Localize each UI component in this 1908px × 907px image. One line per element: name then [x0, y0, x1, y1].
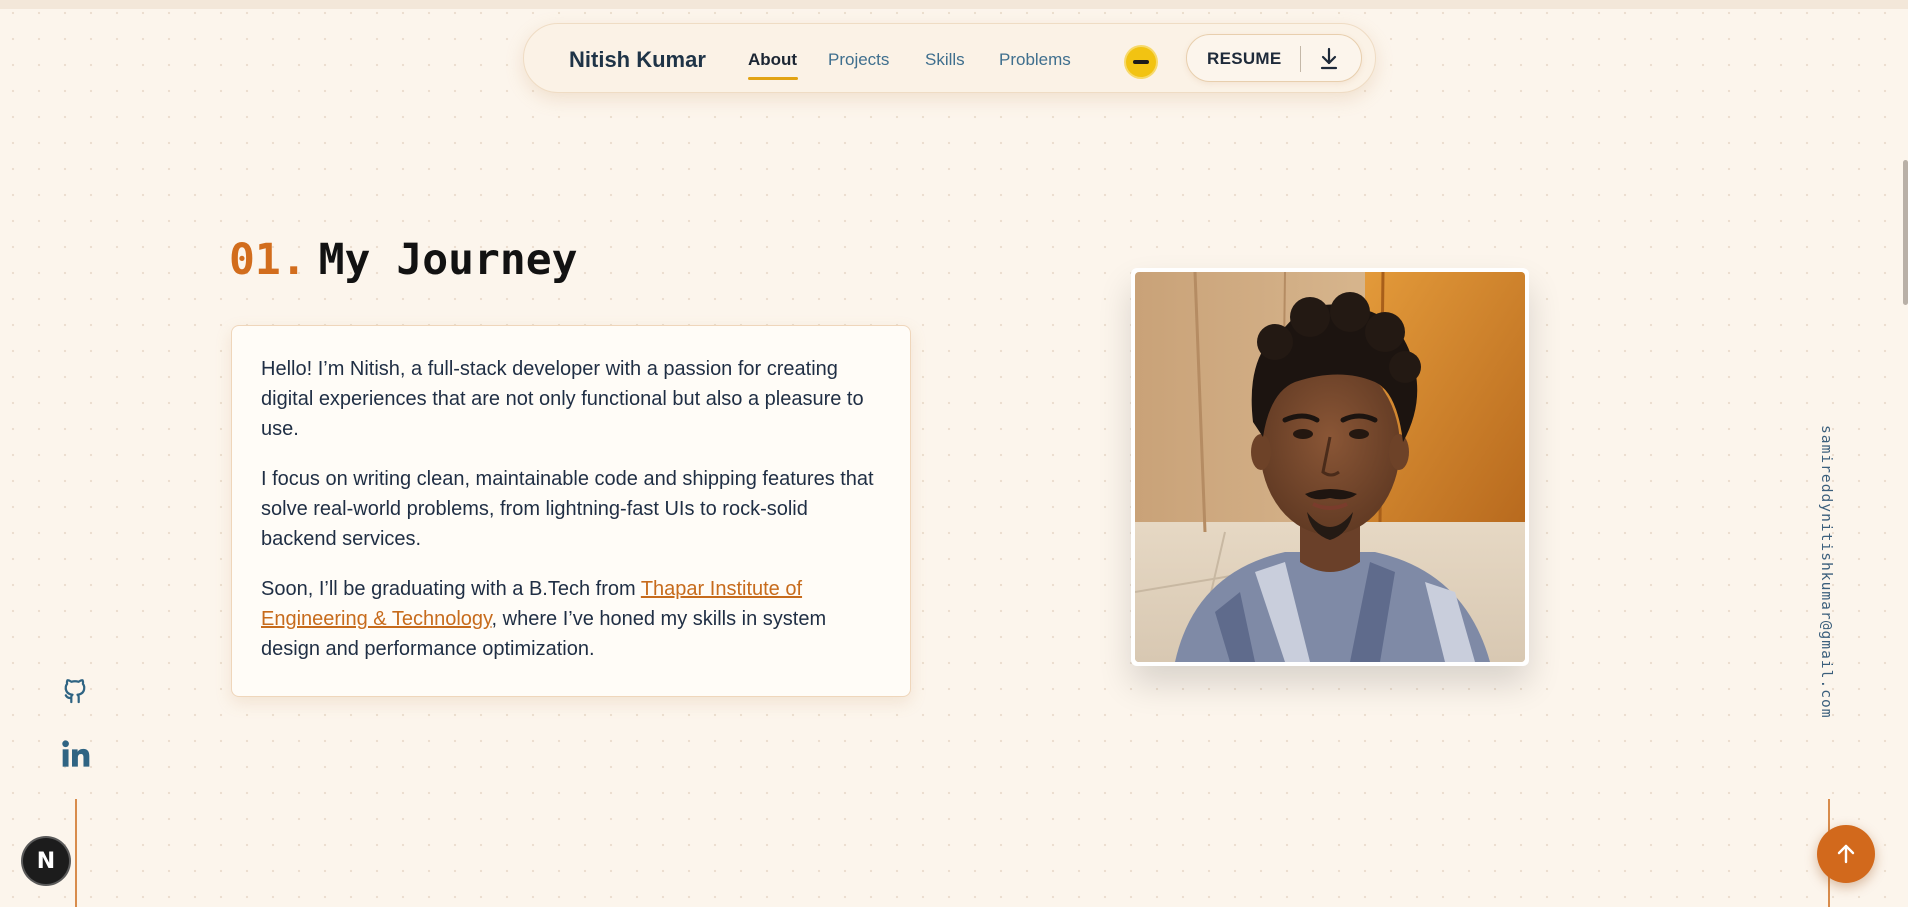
nav-link-problems[interactable]: Problems	[999, 50, 1071, 70]
portrait-photo	[1135, 272, 1525, 662]
resume-divider	[1300, 46, 1301, 72]
scrollbar-thumb[interactable]	[1903, 160, 1908, 305]
section-heading: 01. My Journey	[229, 235, 578, 285]
dev-tools-badge[interactable]: N	[23, 838, 69, 884]
section-number: 01.	[229, 235, 307, 285]
arrow-up-icon	[1837, 844, 1855, 864]
nav-link-projects[interactable]: Projects	[828, 50, 889, 70]
about-paragraph-3-start: Soon, I’ll be graduating with a B.Tech f…	[261, 578, 641, 600]
profile-photo-frame	[1131, 268, 1529, 666]
theme-toggle-icon	[1133, 60, 1149, 64]
about-paragraph-1: Hello! I’m Nitish, a full-stack develope…	[261, 358, 864, 440]
about-paragraph-2: I focus on writing clean, maintainable c…	[261, 468, 874, 550]
email-link[interactable]: samireddynitishkumar@gmail.com	[1818, 425, 1835, 719]
active-link-underline	[748, 77, 798, 80]
section-title: My Journey	[318, 235, 578, 285]
resume-button[interactable]: RESUME	[1186, 34, 1362, 82]
scroll-to-top-button[interactable]	[1817, 825, 1875, 883]
top-strip	[0, 0, 1908, 9]
left-vertical-line	[75, 799, 77, 907]
nav-link-about[interactable]: About	[748, 50, 797, 70]
theme-toggle-button[interactable]	[1126, 47, 1156, 77]
github-icon[interactable]	[60, 675, 90, 707]
about-paragraph-3: Soon, I’ll be graduating with a B.Tech f…	[261, 574, 881, 664]
resume-label: RESUME	[1207, 49, 1282, 68]
download-icon	[1320, 47, 1338, 70]
top-navbar: Nitish Kumar About Projects Skills Probl…	[523, 23, 1376, 93]
brand-name[interactable]: Nitish Kumar	[569, 47, 706, 73]
about-card: Hello! I’m Nitish, a full-stack develope…	[231, 325, 911, 697]
nav-link-skills[interactable]: Skills	[925, 50, 965, 70]
linkedin-icon[interactable]	[60, 738, 92, 770]
